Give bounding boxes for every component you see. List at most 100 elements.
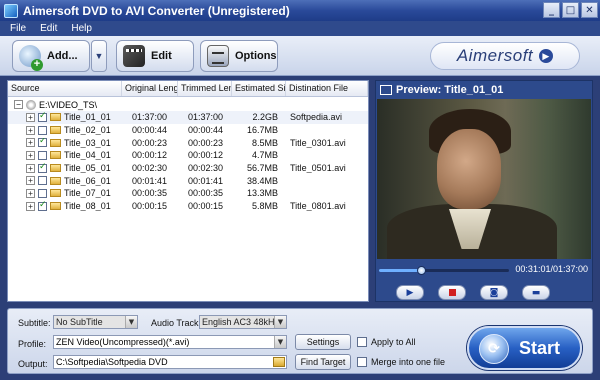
start-label: Start [518,337,560,358]
menu-file[interactable]: File [10,23,26,34]
snapshot-button[interactable]: ◙ [480,285,508,300]
row-checkbox[interactable] [38,188,47,198]
app-icon [4,3,18,18]
subtitle-label: Subtitle: [18,318,51,328]
row-title: Title_04_01 [64,150,111,161]
row-trimmed-length: 00:00:12 [188,150,224,161]
add-disc-icon [19,45,43,71]
chevron-down-icon: ▼ [125,316,137,328]
tree-root[interactable]: − E:\VIDEO_TS\ [8,98,368,111]
folder-icon [50,126,61,135]
row-source-cell: + Title_08_01 [8,201,122,211]
table-row[interactable]: + Title_08_01 00:00:15 00:00:15 5.8MB Title_0… [8,200,368,213]
start-convert-icon: ⟳ [479,334,509,364]
row-expander[interactable]: + [26,138,35,148]
apply-to-all-checkbox[interactable]: Apply to All [357,337,416,347]
row-expander[interactable]: + [26,176,35,186]
row-expander[interactable]: + [26,201,35,211]
merge-label: Merge into one file [371,357,446,367]
chevron-down-icon: ▼ [274,316,286,328]
merge-box[interactable] [357,357,367,367]
add-dropdown-button[interactable]: ▼ [91,40,107,72]
edit-button[interactable]: Edit [116,40,194,72]
maximize-button[interactable]: □ [562,2,579,18]
folder-icon [50,202,61,211]
row-checkbox[interactable] [38,176,47,186]
folder-browse-icon[interactable] [273,357,285,367]
row-title: Title_01_01 [64,112,111,123]
row-trimmed-length: 00:00:44 [188,125,224,136]
find-target-button[interactable]: Find Target [295,354,351,370]
table-row[interactable]: + Title_04_01 00:00:12 00:00:12 4.7MB [8,149,368,162]
stop-button[interactable] [438,285,466,300]
row-checkbox[interactable] [38,201,47,211]
row-expander[interactable]: + [26,125,35,135]
settings-button[interactable]: Settings [295,334,351,350]
options-button[interactable]: Options [200,40,278,72]
row-original-length: 00:02:30 [132,163,168,174]
window-title: Aimersoft DVD to AVI Converter (Unregist… [23,3,290,18]
column-trimmed-length[interactable]: Trimmed Length [178,81,232,96]
open-folder-button[interactable]: ▬ [522,285,550,300]
row-checkbox[interactable] [38,125,47,135]
row-title: Title_06_01 [64,175,111,186]
row-checkbox[interactable] [38,150,47,160]
table-row[interactable]: + Title_02_01 00:00:44 00:00:44 16.7MB [8,124,368,137]
play-button[interactable]: ▶ [396,285,424,300]
table-row[interactable]: + Title_05_01 00:02:30 00:02:30 56.7MB Title_… [8,162,368,175]
brand-name: Aimersoft [456,46,534,65]
column-destination-file[interactable]: Distination File [286,81,368,96]
column-estimated-size[interactable]: Estimated Size [232,81,286,96]
audio-track-select[interactable]: English AC3 48kHz 2c ▼ [199,315,287,329]
row-destination-file: Title_0301.avi [290,137,346,148]
profile-value: ZEN Video(Uncompressed)(*.avi) [56,337,190,347]
profile-select[interactable]: ZEN Video(Uncompressed)(*.avi) ▼ [53,335,287,349]
add-label: Add... [47,50,78,62]
column-original-length[interactable]: Original Length [122,81,178,96]
row-expander[interactable]: + [26,112,35,122]
folder-icon [50,113,61,122]
seek-slider[interactable] [379,266,509,275]
start-button[interactable]: ⟳ Start [467,326,582,370]
menu-edit[interactable]: Edit [40,23,57,34]
row-expander[interactable]: + [26,188,35,198]
row-checkbox[interactable] [38,138,47,148]
list-header: Source Original Length Trimmed Length Es… [8,81,368,97]
table-row[interactable]: + Title_06_01 00:01:41 00:01:41 38.4MB [8,174,368,187]
root-expander[interactable]: − [14,100,23,109]
clapper-icon [123,45,145,67]
subtitle-select[interactable]: No SubTitle ▼ [53,315,138,329]
row-checkbox[interactable] [38,163,47,173]
row-original-length: 00:00:23 [132,137,168,148]
minimize-button[interactable]: _ [543,2,560,18]
row-source-cell: + Title_01_01 [8,112,122,122]
row-estimated-size: 38.4MB [246,175,278,186]
table-row[interactable]: + Title_07_01 00:00:35 00:00:35 13.3MB [8,187,368,200]
output-path-value: C:\Softpedia\Softpedia DVD [56,357,168,367]
options-icon [207,45,229,67]
close-button[interactable]: ✕ [581,2,598,18]
table-row[interactable]: + Title_01_01 01:37:00 01:37:00 2.2GB Softped… [8,111,368,124]
row-expander[interactable]: + [26,163,35,173]
table-row[interactable]: + Title_03_01 00:00:23 00:00:23 8.5MB Title_0… [8,136,368,149]
row-title: Title_07_01 [64,188,111,199]
row-checkbox[interactable] [38,112,47,122]
add-button[interactable]: Add... [12,40,90,72]
audio-track-label: Audio Track: [151,318,202,328]
row-expander[interactable]: + [26,150,35,160]
brand-arrow-icon: ▶ [539,49,554,63]
row-estimated-size: 2.2GB [252,112,278,123]
folder-icon [50,189,61,198]
preview-panel: Preview: Title_01_01 00:31:01/01:37:00 ▶… [375,80,593,302]
row-estimated-size: 56.7MB [246,163,278,174]
seek-knob[interactable] [416,266,426,275]
merge-into-one-file-checkbox[interactable]: Merge into one file [357,357,445,367]
profile-label: Profile: [18,339,47,349]
output-path-field[interactable]: C:\Softpedia\Softpedia DVD [53,355,287,369]
column-source[interactable]: Source [8,81,122,96]
row-destination-file: Title_0501.avi [290,163,346,174]
video-figure-face [437,129,501,209]
apply-to-all-box[interactable] [357,337,367,347]
menu-help[interactable]: Help [71,23,92,34]
title-list-panel: Source Original Length Trimmed Length Es… [7,80,369,302]
